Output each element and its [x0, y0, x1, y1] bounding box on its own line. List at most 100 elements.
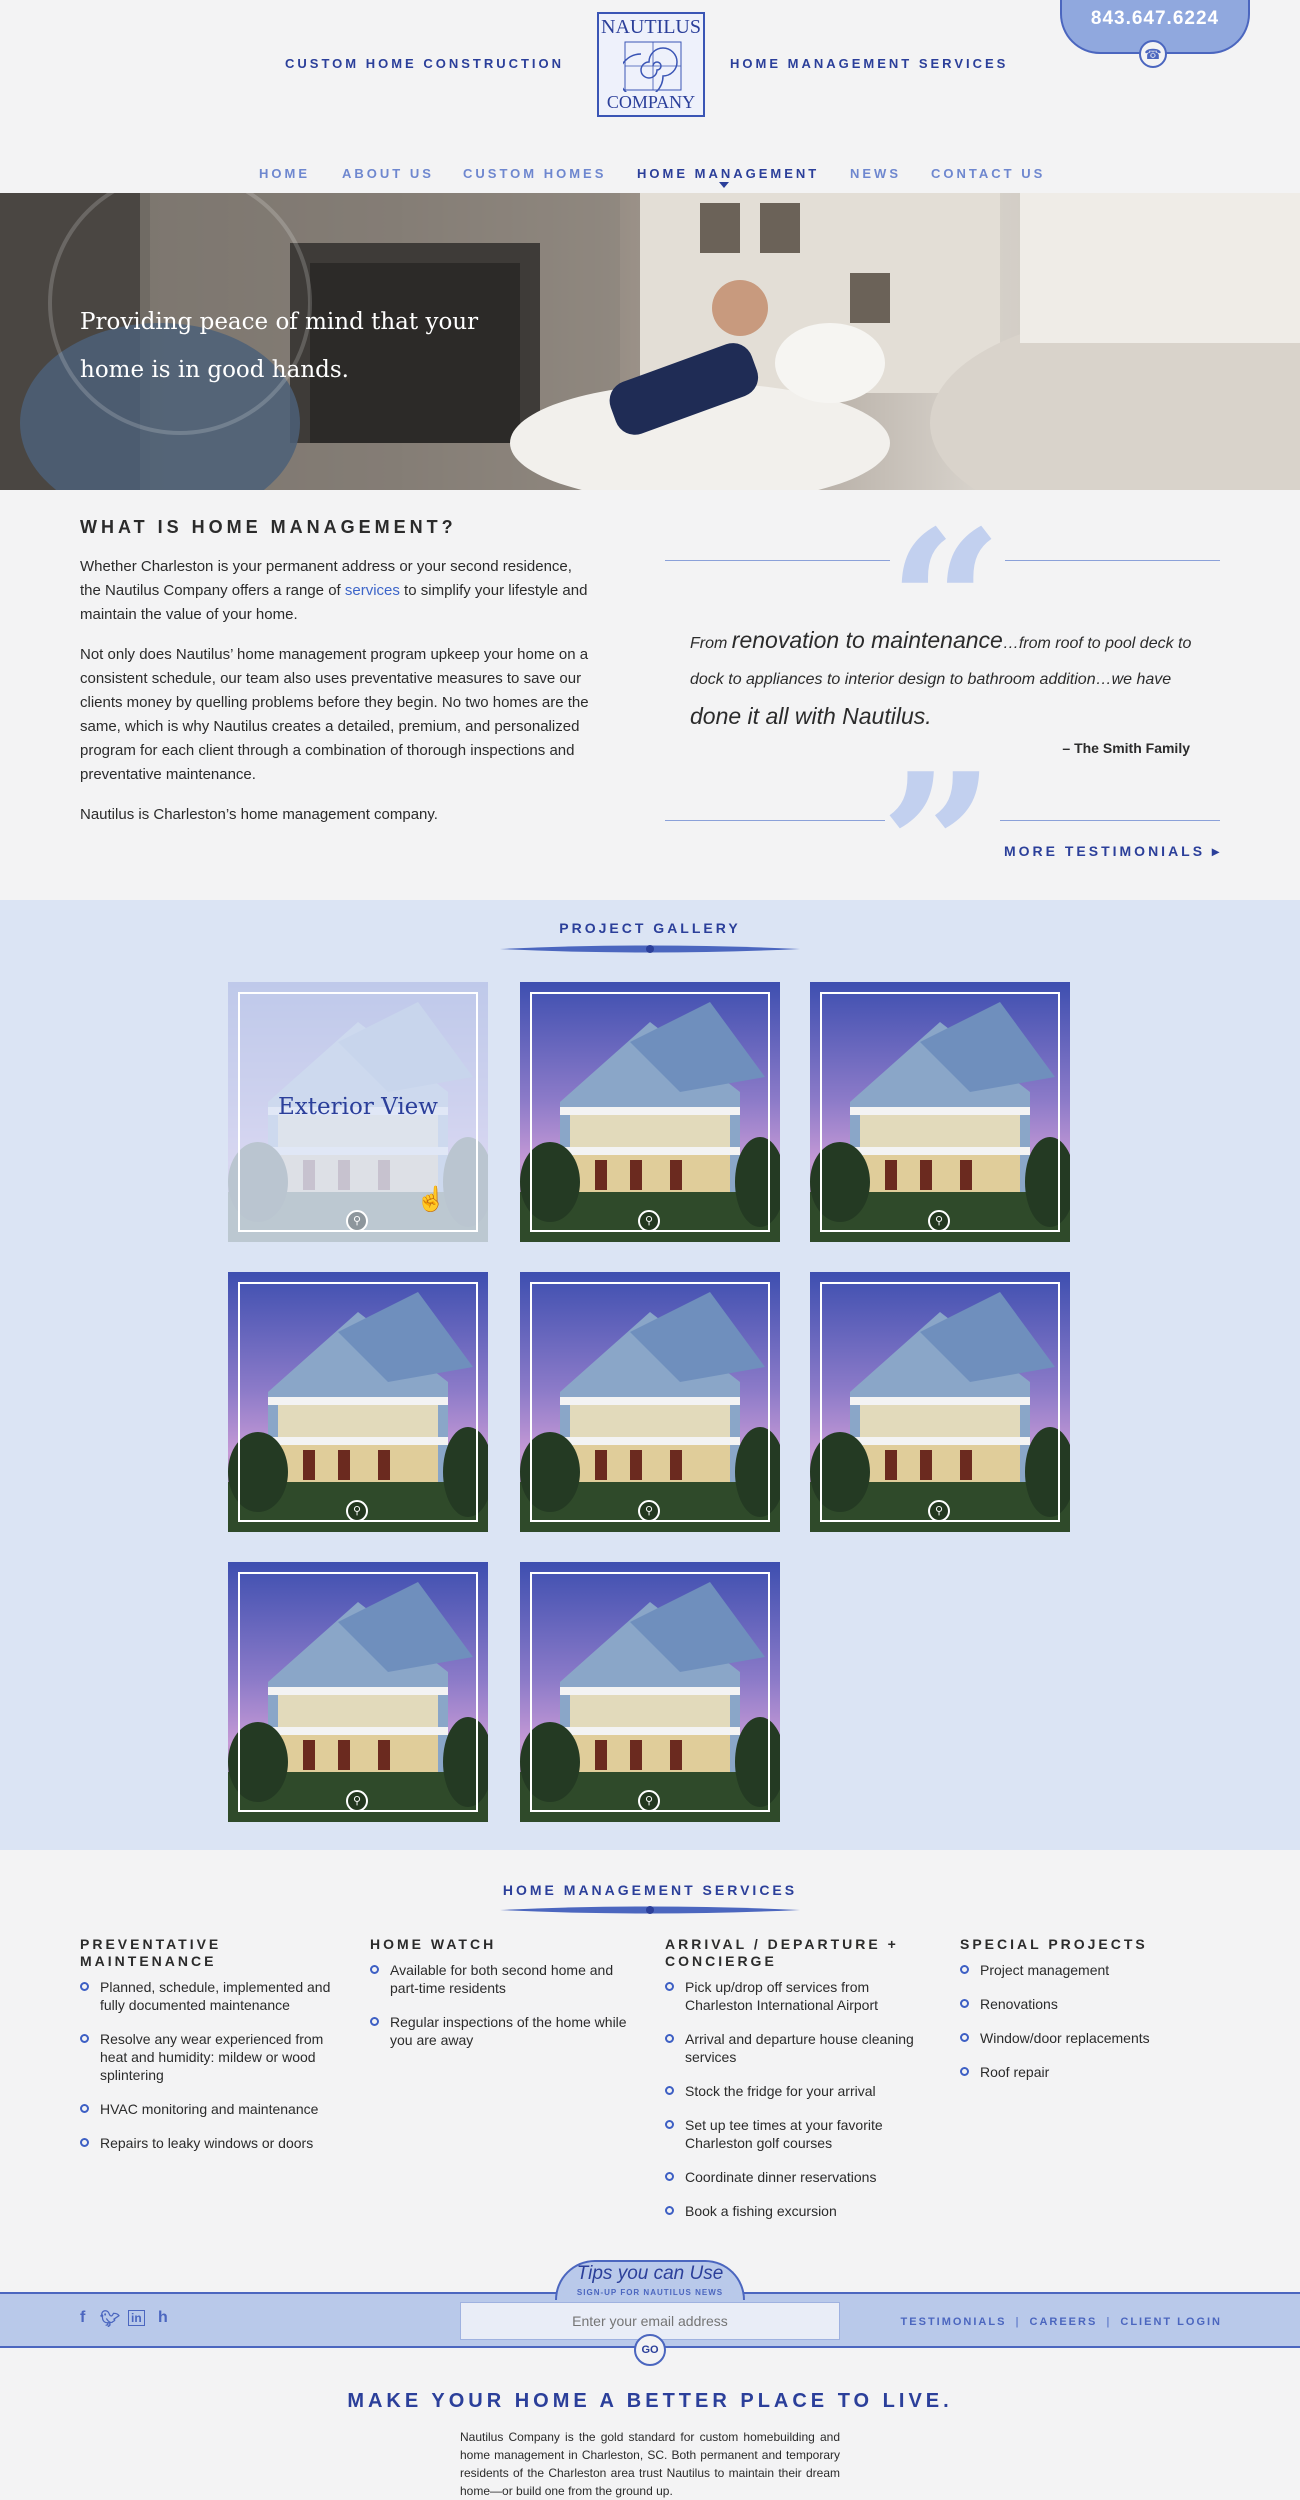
zoom-icon[interactable]: ⚲: [346, 1790, 368, 1812]
tips-title: Tips you can Use: [576, 2263, 724, 2284]
services-link[interactable]: services: [345, 582, 400, 599]
service-item: Stock the fridge for your arrival: [665, 2082, 930, 2100]
service-item: HVAC monitoring and maintenance: [80, 2100, 345, 2118]
service-list: Available for both second home and part-…: [370, 1961, 635, 2049]
logo-top-text: NAUTILUS: [601, 16, 701, 38]
gallery-tile[interactable]: ⚲: [520, 982, 780, 1242]
service-item: Window/door replacements: [960, 2029, 1225, 2047]
linkedin-icon[interactable]: in: [128, 2310, 145, 2326]
intro-paragraph-2: Not only does Nautilus’ home management …: [80, 646, 589, 783]
gallery-tile[interactable]: ⚲: [228, 1272, 488, 1532]
zoom-icon[interactable]: ⚲: [638, 1500, 660, 1522]
ornament-divider-services: [500, 1906, 800, 1914]
service-list: Project management Renovations Window/door…: [960, 1961, 1225, 2081]
quote-part-2: renovation to maintenance: [731, 627, 1003, 653]
service-item-text: Set up tee times at your favorite Charle…: [685, 2117, 883, 2151]
nautilus-logo[interactable]: NAUTILUS COMPANY: [597, 12, 705, 117]
home-management-services-link[interactable]: HOME MANAGEMENT SERVICES: [730, 56, 1008, 71]
service-item: Available for both second home and part-…: [370, 1961, 635, 1997]
chevron-right-icon: ▸: [1211, 843, 1222, 859]
nav-custom-homes[interactable]: CUSTOM HOMES: [463, 166, 606, 181]
nav-home-management[interactable]: HOME MANAGEMENT: [637, 166, 819, 181]
more-testimonials-link[interactable]: MORE TESTIMONIALS ▸: [1004, 843, 1222, 860]
nav-contact-us[interactable]: CONTACT US: [931, 166, 1045, 181]
service-item-text: Available for both second home and part-…: [390, 1962, 614, 1996]
zoom-icon[interactable]: ⚲: [638, 1210, 660, 1232]
bullet-circle-icon: [80, 2138, 89, 2147]
service-item-text: Arrival and departure house cleaning ser…: [685, 2031, 914, 2065]
service-item: Renovations: [960, 1995, 1225, 2013]
bullet-circle-icon: [80, 2034, 89, 2043]
footer-links: TESTIMONIALS | CAREERS | CLIENT LOGIN: [901, 2316, 1222, 2328]
phone-number[interactable]: 843.647.6224: [1062, 8, 1248, 30]
quote-rule-left-top: [665, 560, 890, 561]
tile-frame: [238, 1572, 478, 1812]
service-item: Pick up/drop off services from Charlesto…: [665, 1978, 930, 2014]
nav-about-us[interactable]: ABOUT US: [342, 166, 434, 181]
service-column: HOME WATCH Available for both second home…: [370, 1936, 635, 2065]
service-item: Set up tee times at your favorite Charle…: [665, 2116, 930, 2152]
facebook-icon[interactable]: f: [80, 2309, 85, 2327]
tile-frame: [238, 992, 478, 1232]
gallery-tile[interactable]: ⚲: [810, 1272, 1070, 1532]
service-item-text: Repairs to leaky windows or doors: [100, 2135, 314, 2151]
service-heading: ARRIVAL / DEPARTURE + CONCIERGE: [665, 1936, 899, 1969]
hero-line-1: Providing peace of mind that your: [80, 309, 479, 335]
quote-rule-right-top: [1005, 560, 1220, 561]
nav-active-indicator: [719, 182, 729, 188]
service-heading: PREVENTATIVE MAINTENANCE: [80, 1936, 222, 1969]
service-item-text: Roof repair: [980, 2064, 1050, 2080]
footer-link-testimonials[interactable]: TESTIMONIALS: [901, 2316, 1007, 2328]
go-button[interactable]: GO: [634, 2334, 666, 2366]
nav-news[interactable]: NEWS: [850, 166, 901, 181]
quote-rule-right-bottom: [1000, 820, 1220, 821]
bullet-circle-icon: [370, 1965, 379, 1974]
service-list: Pick up/drop off services from Charlesto…: [665, 1978, 930, 2220]
service-item-text: HVAC monitoring and maintenance: [100, 2101, 319, 2117]
testimonial-quote: From renovation to maintenance…from roof…: [690, 622, 1210, 738]
bullet-circle-icon: [665, 2034, 674, 2043]
gallery-tile[interactable]: ⚲ Exterior View ☝: [228, 982, 488, 1242]
service-item-text: Planned, schedule, implemented and fully…: [100, 1979, 331, 2013]
service-item-text: Resolve any wear experienced from heat a…: [100, 2031, 324, 2083]
gallery-tile[interactable]: ⚲: [520, 1562, 780, 1822]
footer-link-client-login[interactable]: CLIENT LOGIN: [1120, 2316, 1222, 2328]
service-item-text: Renovations: [980, 1996, 1058, 2012]
bullet-circle-icon: [80, 1982, 89, 1991]
houzz-icon[interactable]: h: [158, 2309, 168, 2327]
zoom-icon[interactable]: ⚲: [638, 1790, 660, 1812]
twitter-icon[interactable]: 🐦︎: [100, 2309, 120, 2329]
service-item: Arrival and departure house cleaning ser…: [665, 2030, 930, 2066]
service-heading: SPECIAL PROJECTS: [960, 1936, 1148, 1952]
service-column: PREVENTATIVE MAINTENANCE Planned, schedul…: [80, 1936, 345, 2168]
zoom-icon[interactable]: ⚲: [346, 1210, 368, 1232]
service-column: SPECIAL PROJECTS Project management Renova…: [960, 1936, 1225, 2097]
gallery-tile[interactable]: ⚲: [520, 1272, 780, 1532]
zoom-icon[interactable]: ⚲: [928, 1500, 950, 1522]
tile-frame: [238, 1282, 478, 1522]
bullet-circle-icon: [960, 2033, 969, 2042]
gallery-tile[interactable]: ⚲: [810, 982, 1070, 1242]
tips-subtitle: SIGN-UP FOR NAUTILUS NEWS: [576, 2288, 724, 2297]
service-item: Resolve any wear experienced from heat a…: [80, 2030, 345, 2084]
nav-home[interactable]: HOME: [259, 166, 310, 181]
link-separator: |: [1015, 2316, 1021, 2328]
zoom-icon[interactable]: ⚲: [346, 1500, 368, 1522]
hero-headline: Providing peace of mind that your home i…: [80, 298, 530, 394]
bullet-circle-icon: [665, 2172, 674, 2181]
testimonial-author: – The Smith Family: [1062, 740, 1190, 756]
custom-home-construction-link[interactable]: CUSTOM HOME CONSTRUCTION: [285, 56, 564, 71]
gallery-title: PROJECT GALLERY: [559, 920, 741, 936]
service-item: Project management: [960, 1961, 1225, 1979]
bullet-circle-icon: [665, 1982, 674, 1991]
tile-frame: [530, 1282, 770, 1522]
intro-paragraph-1: Whether Charleston is your permanent add…: [80, 555, 595, 627]
bullet-circle-icon: [370, 2017, 379, 2026]
phone-icon[interactable]: ☎: [1139, 40, 1167, 68]
service-item-text: Regular inspections of the home while yo…: [390, 2014, 627, 2048]
more-testimonials-label[interactable]: MORE TESTIMONIALS: [1004, 843, 1205, 859]
gallery-tile[interactable]: ⚲: [228, 1562, 488, 1822]
zoom-icon[interactable]: ⚲: [928, 1210, 950, 1232]
nautilus-shell-icon: [623, 41, 682, 92]
footer-link-careers[interactable]: CAREERS: [1030, 2316, 1098, 2328]
